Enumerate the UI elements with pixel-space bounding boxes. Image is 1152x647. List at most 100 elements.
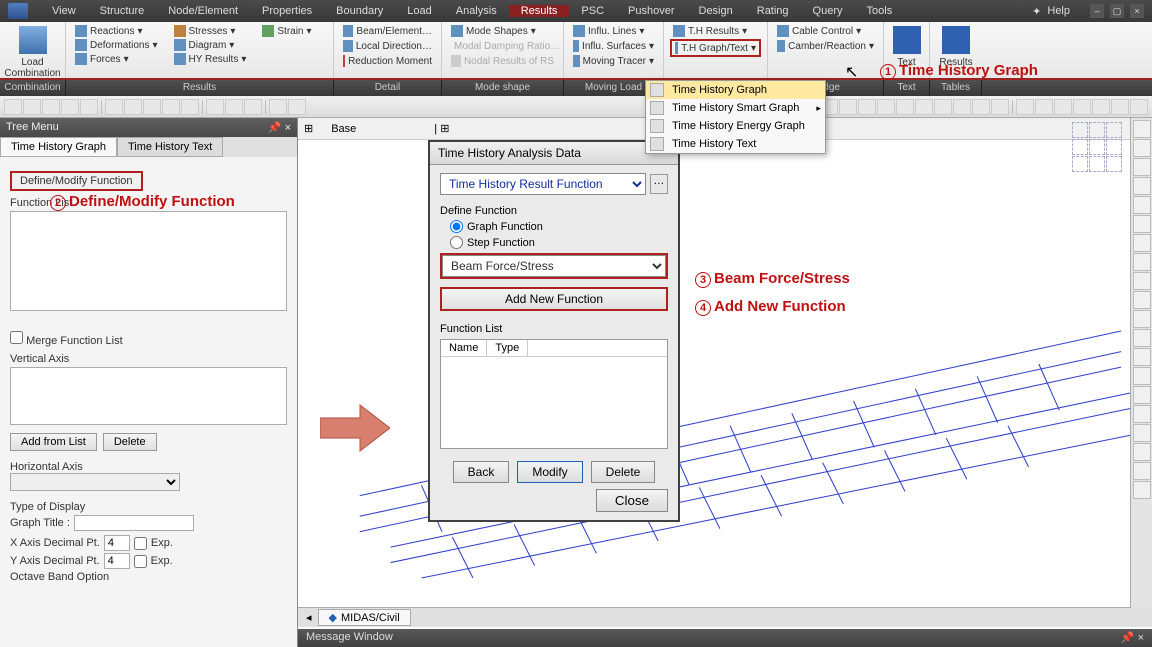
qbtn[interactable]: [124, 99, 142, 115]
qbtn[interactable]: [877, 99, 895, 115]
qbtn[interactable]: [288, 99, 306, 115]
graph-title-input[interactable]: [74, 515, 194, 531]
help-icon[interactable]: ✦: [1032, 5, 1041, 18]
tab-time-history-graph[interactable]: Time History Graph: [0, 137, 117, 157]
rtbtn[interactable]: [1133, 424, 1151, 442]
help-label[interactable]: Help: [1047, 5, 1070, 17]
qbtn[interactable]: [953, 99, 971, 115]
rtbtn[interactable]: [1133, 272, 1151, 290]
mode-shapes-item[interactable]: Mode Shapes ▾: [448, 24, 557, 38]
rtbtn[interactable]: [1133, 234, 1151, 252]
menu-rating[interactable]: Rating: [745, 5, 801, 17]
qbtn[interactable]: [61, 99, 79, 115]
qbtn[interactable]: [244, 99, 262, 115]
menu-boundary[interactable]: Boundary: [324, 5, 395, 17]
camber-reaction-item[interactable]: Camber/Reaction ▾: [774, 39, 877, 53]
menu-tools[interactable]: Tools: [855, 5, 905, 17]
qbtn[interactable]: [80, 99, 98, 115]
menu-properties[interactable]: Properties: [250, 5, 324, 17]
graph-function-radio[interactable]: [450, 220, 463, 233]
menu-load[interactable]: Load: [395, 5, 443, 17]
add-new-function-button[interactable]: Add New Function: [440, 287, 668, 311]
dropdown-time-history-smart-graph[interactable]: Time History Smart Graph▸: [646, 99, 825, 117]
qbtn[interactable]: [143, 99, 161, 115]
qbtn[interactable]: [915, 99, 933, 115]
local-direction-item[interactable]: Local Direction…: [340, 39, 435, 53]
influ-lines-item[interactable]: Influ. Lines ▾: [570, 24, 657, 38]
menu-psc[interactable]: PSC: [569, 5, 616, 17]
function-type-combo[interactable]: Beam Force/Stress: [442, 255, 666, 277]
th-graph-text-item[interactable]: T.H Graph/Text ▾: [670, 39, 761, 57]
rtbtn[interactable]: [1133, 481, 1151, 499]
add-from-list-button[interactable]: Add from List: [10, 433, 97, 451]
menu-results[interactable]: Results: [509, 5, 570, 17]
load-combination-button[interactable]: Load Combination: [6, 24, 59, 81]
qbtn[interactable]: [1016, 99, 1034, 115]
diagram-item[interactable]: Diagram ▾: [171, 38, 250, 52]
tab-midas-civil[interactable]: ◆MIDAS/Civil: [318, 609, 411, 626]
dropdown-time-history-graph[interactable]: Time History Graph: [646, 81, 825, 99]
qbtn[interactable]: [4, 99, 22, 115]
function-list-box[interactable]: [10, 211, 287, 311]
deformations-item[interactable]: Deformations ▾: [72, 38, 161, 52]
result-function-combo[interactable]: Time History Result Function: [440, 173, 646, 195]
menu-node-element[interactable]: Node/Element: [156, 5, 250, 17]
rtbtn[interactable]: [1133, 462, 1151, 480]
menu-pushover[interactable]: Pushover: [616, 5, 686, 17]
qbtn[interactable]: [23, 99, 41, 115]
rtbtn[interactable]: [1133, 310, 1151, 328]
cable-control-item[interactable]: Cable Control ▾: [774, 24, 877, 38]
qbtn[interactable]: [1130, 99, 1148, 115]
yaxis-dec-input[interactable]: [104, 553, 130, 569]
tab-time-history-text[interactable]: Time History Text: [117, 137, 223, 157]
reduction-moment-item[interactable]: Reduction Moment: [340, 54, 435, 68]
dialog-delete-button[interactable]: Delete: [591, 461, 656, 483]
menu-view[interactable]: View: [40, 5, 88, 17]
browse-button[interactable]: …: [650, 174, 668, 194]
rtbtn[interactable]: [1133, 348, 1151, 366]
qbtn[interactable]: [1035, 99, 1053, 115]
qbtn[interactable]: [934, 99, 952, 115]
dialog-function-list[interactable]: NameType: [440, 339, 668, 449]
qbtn[interactable]: [858, 99, 876, 115]
forces-item[interactable]: Forces ▾: [72, 52, 161, 66]
qbtn[interactable]: [206, 99, 224, 115]
yaxis-exp-checkbox[interactable]: [134, 555, 147, 568]
rtbtn[interactable]: [1133, 367, 1151, 385]
pin-icon[interactable]: 📌: [268, 122, 282, 134]
rtbtn[interactable]: [1133, 329, 1151, 347]
qbtn[interactable]: [105, 99, 123, 115]
msg-pin-icon[interactable]: 📌: [1121, 632, 1135, 644]
close-icon[interactable]: ×: [1130, 4, 1144, 18]
qbtn[interactable]: [181, 99, 199, 115]
step-function-radio[interactable]: [450, 236, 463, 249]
menu-analysis[interactable]: Analysis: [444, 5, 509, 17]
rtbtn[interactable]: [1133, 386, 1151, 404]
define-modify-function-button[interactable]: Define/Modify Function: [10, 171, 143, 191]
hy-results-item[interactable]: HY Results ▾: [171, 52, 250, 66]
back-button[interactable]: Back: [453, 461, 510, 483]
reactions-item[interactable]: Reactions ▾: [72, 24, 161, 38]
rtbtn[interactable]: [1133, 405, 1151, 423]
beam-element-item[interactable]: Beam/Element…: [340, 24, 435, 38]
qbtn[interactable]: [1054, 99, 1072, 115]
dropdown-time-history-energy-graph[interactable]: Time History Energy Graph: [646, 117, 825, 135]
qbtn[interactable]: [225, 99, 243, 115]
rtbtn[interactable]: [1133, 253, 1151, 271]
rtbtn[interactable]: [1133, 177, 1151, 195]
qbtn[interactable]: [1073, 99, 1091, 115]
qbtn[interactable]: [42, 99, 60, 115]
qbtn[interactable]: [1092, 99, 1110, 115]
qbtn[interactable]: [972, 99, 990, 115]
xaxis-dec-input[interactable]: [104, 535, 130, 551]
model-viewport[interactable]: ⊞ Base | ⊞ Time History: [298, 118, 1152, 647]
strain-item[interactable]: Strain ▾: [259, 24, 314, 38]
rtbtn[interactable]: [1133, 291, 1151, 309]
close-panel-icon[interactable]: ×: [285, 122, 291, 134]
delete-button[interactable]: Delete: [103, 433, 157, 451]
rtbtn[interactable]: [1133, 158, 1151, 176]
rtbtn[interactable]: [1133, 120, 1151, 138]
modal-damping-item[interactable]: Modal Damping Ratio…: [448, 39, 557, 53]
vertical-axis-list[interactable]: [10, 367, 287, 425]
th-results-item[interactable]: T.H Results ▾: [670, 24, 761, 38]
